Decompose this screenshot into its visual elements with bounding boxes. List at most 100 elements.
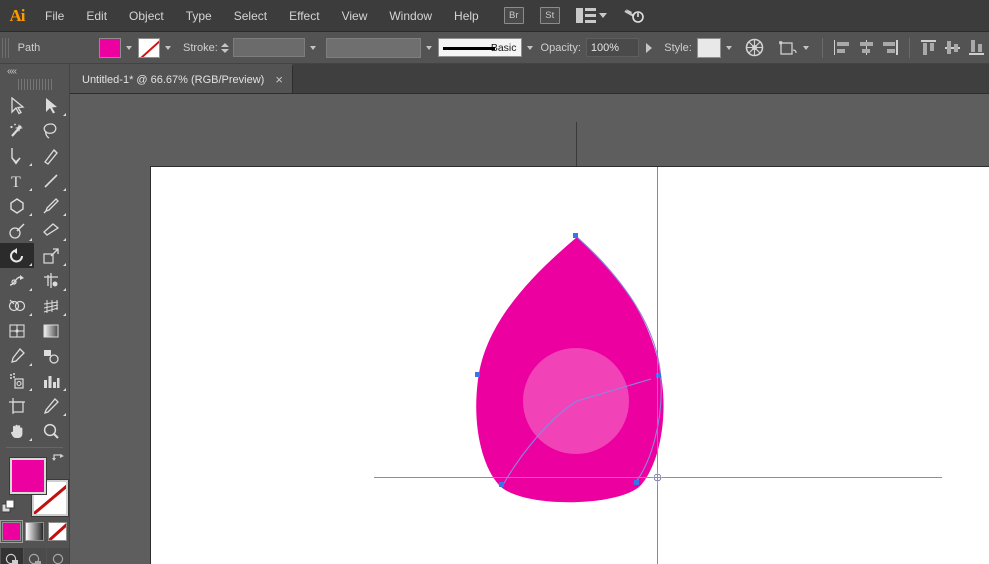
fill-stroke-controls: [0, 454, 68, 516]
menu-item-effect[interactable]: Effect: [278, 0, 330, 32]
menu-item-select[interactable]: Select: [223, 0, 278, 32]
eraser-tool[interactable]: [34, 218, 68, 243]
stock-button[interactable]: St: [539, 7, 560, 24]
stroke-weight-stepper[interactable]: [220, 42, 229, 53]
search-adobe-stock-icon[interactable]: [623, 7, 645, 25]
menu-item-help[interactable]: Help: [443, 0, 490, 32]
blend-tool[interactable]: [34, 343, 68, 368]
full-screen-mode-button[interactable]: [46, 548, 69, 564]
anchor-point: [634, 480, 639, 485]
gradient-mode-button[interactable]: [25, 522, 44, 541]
menu-item-type[interactable]: Type: [175, 0, 223, 32]
selection-tool[interactable]: [0, 93, 34, 118]
none-mode-button[interactable]: [48, 522, 67, 541]
tools-panel: «« T: [0, 64, 70, 564]
app-logo-icon: Ai: [9, 5, 26, 25]
transform-icon[interactable]: [777, 37, 798, 59]
collapse-panel-button[interactable]: ««: [0, 64, 69, 79]
default-fill-stroke-icon[interactable]: [1, 499, 16, 514]
line-segment-tool[interactable]: [34, 168, 68, 193]
menubar-right-group: Br St: [503, 7, 645, 25]
swap-fill-stroke-icon[interactable]: [51, 454, 65, 468]
opacity-input[interactable]: 100%: [585, 38, 640, 57]
menu-item-edit[interactable]: Edit: [75, 0, 118, 32]
rotate-tool[interactable]: [0, 243, 34, 268]
tool-flyout-indicator: [63, 113, 66, 116]
align-vertical-center-icon[interactable]: [944, 40, 961, 55]
menu-item-object[interactable]: Object: [118, 0, 175, 32]
menu-item-file[interactable]: File: [34, 0, 75, 32]
graphic-style-swatch[interactable]: [696, 37, 722, 58]
stroke-weight-input[interactable]: [232, 38, 306, 57]
tool-flyout-indicator: [63, 288, 66, 291]
free-transform-tool[interactable]: [34, 268, 68, 293]
tool-flyout-indicator: [29, 188, 32, 191]
transform-chevron-down-icon[interactable]: [802, 45, 809, 50]
align-horizontal-center-icon[interactable]: [858, 40, 874, 55]
workspace-chevron-down-icon[interactable]: [598, 13, 607, 18]
style-label: Style:: [664, 41, 692, 54]
artboard[interactable]: [150, 166, 989, 564]
fill-chevron-down-icon[interactable]: [125, 45, 132, 50]
type-tool[interactable]: T: [0, 168, 34, 193]
tool-flyout-indicator: [63, 263, 66, 266]
tools-panel-grip[interactable]: [17, 79, 52, 90]
gradient-tool[interactable]: [34, 318, 68, 343]
align-bottom-icon[interactable]: [968, 40, 985, 55]
arrange-documents-icon[interactable]: [575, 8, 596, 23]
brush-definition-field[interactable]: Basic: [437, 38, 522, 57]
artboard-tool[interactable]: [0, 393, 34, 418]
style-chevron-down-icon[interactable]: [726, 45, 733, 50]
tools-divider: [6, 447, 63, 448]
align-right-icon[interactable]: [882, 40, 898, 55]
rectangle-tool[interactable]: [0, 193, 34, 218]
column-graph-tool[interactable]: [34, 368, 68, 393]
paintbrush-tool[interactable]: [34, 193, 68, 218]
pen-tool[interactable]: [0, 143, 34, 168]
canvas-area[interactable]: [70, 94, 989, 564]
fill-color-swatch[interactable]: [98, 37, 121, 58]
anchor-point: [573, 233, 578, 238]
align-top-icon[interactable]: [920, 40, 937, 55]
opacity-expand-arrow-icon[interactable]: [646, 42, 653, 53]
symbol-sprayer-tool[interactable]: [0, 368, 34, 393]
eyedropper-tool[interactable]: [0, 343, 34, 368]
stroke-chevron-down-icon[interactable]: [164, 45, 171, 50]
document-tab[interactable]: Untitled-1* @ 66.67% (RGB/Preview) ×: [70, 64, 293, 93]
zoom-tool[interactable]: [34, 418, 68, 443]
tool-flyout-indicator: [63, 413, 66, 416]
normal-screen-mode-button[interactable]: [0, 548, 23, 564]
variable-width-profile-input[interactable]: [326, 37, 421, 58]
tool-grid: T: [0, 93, 68, 443]
shaper-tool[interactable]: [0, 218, 34, 243]
mesh-tool[interactable]: [0, 318, 34, 343]
menu-item-view[interactable]: View: [331, 0, 379, 32]
slice-tool[interactable]: [34, 393, 68, 418]
menu-item-window[interactable]: Window: [378, 0, 443, 32]
width-tool[interactable]: [0, 268, 34, 293]
menu-bar: Ai File Edit Object Type Select Effect V…: [0, 0, 989, 32]
control-bar-grip[interactable]: [2, 37, 9, 58]
fill-swatch[interactable]: [10, 458, 46, 494]
direct-selection-tool[interactable]: [34, 93, 68, 118]
full-screen-menubar-mode-button[interactable]: [23, 548, 46, 564]
control-bar-divider-2: [908, 37, 910, 58]
brush-chevron-down-icon[interactable]: [526, 45, 533, 50]
stroke-weight-chevron-down-icon[interactable]: [310, 45, 317, 50]
recolor-artwork-icon[interactable]: [744, 37, 765, 59]
curvature-tool[interactable]: [34, 143, 68, 168]
rotation-origin-marker[interactable]: [650, 470, 665, 485]
color-mode-button[interactable]: [0, 520, 23, 543]
scale-tool[interactable]: [34, 243, 68, 268]
magic-wand-tool[interactable]: [0, 118, 34, 143]
width-profile-chevron-down-icon[interactable]: [425, 45, 432, 50]
perspective-grid-tool[interactable]: [34, 293, 68, 318]
align-left-icon[interactable]: [833, 40, 850, 55]
lasso-tool[interactable]: [34, 118, 68, 143]
hand-tool[interactable]: [0, 418, 34, 443]
bridge-button[interactable]: Br: [503, 7, 524, 24]
stroke-color-swatch[interactable]: [137, 37, 160, 58]
anchor-point: [475, 372, 480, 377]
close-icon[interactable]: ×: [275, 73, 283, 86]
shape-builder-tool[interactable]: [0, 293, 34, 318]
